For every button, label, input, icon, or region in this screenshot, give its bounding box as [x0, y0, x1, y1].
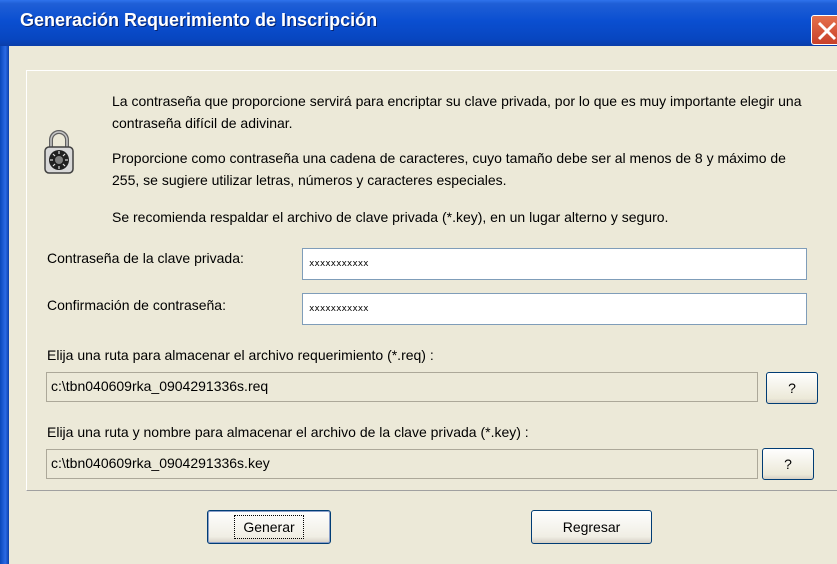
info-paragraph-1: La contraseña que proporcione servirá pa…: [112, 93, 802, 131]
req-browse-button[interactable]: ?: [766, 372, 818, 404]
key-path-field[interactable]: c:\tbn040609rka_0904291336s.key: [46, 449, 758, 479]
info-paragraph-3: Se recomienda respaldar el archivo de cl…: [112, 209, 669, 225]
req-path-label: Elija una ruta para almacenar el archivo…: [47, 347, 434, 363]
confirm-password-label: Confirmación de contraseña:: [47, 297, 226, 313]
password-field[interactable]: xxxxxxxxxxx: [302, 248, 807, 280]
padlock-icon: [44, 130, 74, 174]
key-browse-button[interactable]: ?: [762, 448, 814, 480]
password-label: Contraseña de la clave privada:: [47, 250, 244, 266]
close-button[interactable]: [811, 15, 837, 45]
window-title: Generación Requerimiento de Inscripción: [20, 10, 378, 30]
key-path-label: Elija una ruta y nombre para almacenar e…: [47, 424, 529, 440]
back-button[interactable]: Regresar: [531, 510, 652, 544]
info-paragraph-2: Proporcione como contraseña una cadena d…: [112, 150, 786, 188]
confirm-password-field[interactable]: xxxxxxxxxxx: [302, 293, 807, 325]
close-icon: [817, 21, 837, 41]
req-path-field[interactable]: c:\tbn040609rka_0904291336s.req: [46, 372, 758, 402]
generate-button-label: Generar: [234, 515, 304, 539]
window-frame-left: [0, 46, 9, 564]
generate-button[interactable]: Generar: [207, 510, 331, 544]
title-bar: Generación Requerimiento de Inscripción: [0, 0, 837, 46]
